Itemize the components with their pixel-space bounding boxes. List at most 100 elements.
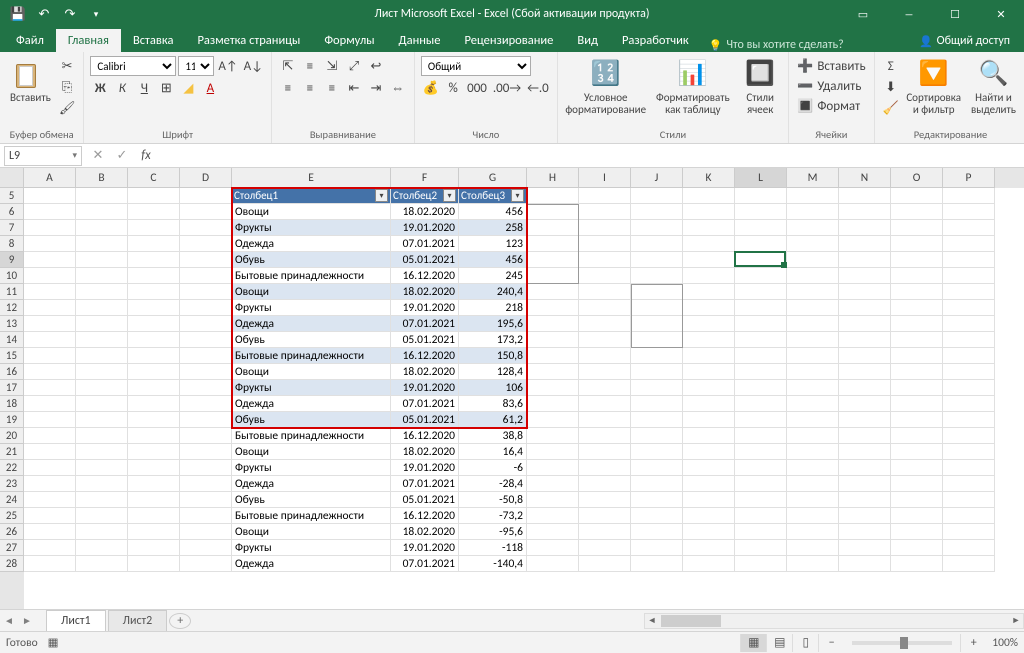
cell[interactable] [943,204,995,220]
cell[interactable] [943,556,995,572]
align-top-icon[interactable]: ⇱ [278,56,298,76]
cell[interactable] [839,332,891,348]
row-header-23[interactable]: 23 [0,476,24,492]
cell[interactable] [24,396,76,412]
font-name-select[interactable]: Calibri [90,56,176,76]
share-button[interactable]: Общий доступ [905,30,1024,52]
cell[interactable] [527,412,579,428]
row-header-15[interactable]: 15 [0,348,24,364]
cell[interactable] [527,476,579,492]
cell[interactable] [527,444,579,460]
tab-developer[interactable]: Разработчик [610,29,701,52]
cell[interactable] [787,492,839,508]
table-header-cell[interactable]: Столбец2▾ [391,188,459,204]
cell[interactable] [787,556,839,572]
cell[interactable] [76,492,128,508]
cell[interactable] [943,460,995,476]
table-cell[interactable]: -50,8 [459,492,527,508]
cell[interactable] [839,540,891,556]
cell[interactable] [631,364,683,380]
cell[interactable] [891,492,943,508]
cell[interactable] [839,396,891,412]
cell[interactable] [891,332,943,348]
cell[interactable] [943,524,995,540]
table-cell[interactable]: Овощи [232,524,391,540]
cell[interactable] [579,284,631,300]
cell[interactable] [128,396,180,412]
table-cell[interactable]: 18.02.2020 [391,444,459,460]
table-cell[interactable]: 218 [459,300,527,316]
fill-icon[interactable]: ⬇ [881,77,901,97]
ribbon-options-icon[interactable]: ▭ [840,0,886,28]
cell[interactable] [180,236,232,252]
cell[interactable] [787,316,839,332]
cell[interactable] [180,556,232,572]
cell[interactable] [943,252,995,268]
cell[interactable] [943,428,995,444]
cell[interactable] [128,252,180,268]
cancel-formula-icon[interactable]: ✕ [86,145,110,167]
cell[interactable] [24,364,76,380]
cell[interactable] [683,220,735,236]
row-header-5[interactable]: 5 [0,188,24,204]
cell[interactable] [527,540,579,556]
cell[interactable] [839,220,891,236]
redo-icon[interactable]: ↷ [58,2,82,26]
cell[interactable] [579,460,631,476]
cell[interactable] [787,460,839,476]
align-middle-icon[interactable]: ≡ [300,56,320,76]
cell[interactable] [128,476,180,492]
row-header-26[interactable]: 26 [0,524,24,540]
cell[interactable] [683,236,735,252]
cell[interactable] [24,508,76,524]
cell[interactable] [631,188,683,204]
table-cell[interactable]: -140,4 [459,556,527,572]
row-header-21[interactable]: 21 [0,444,24,460]
cell[interactable] [787,428,839,444]
cell[interactable] [24,332,76,348]
cell[interactable] [180,412,232,428]
row-header-19[interactable]: 19 [0,412,24,428]
tab-review[interactable]: Рецензирование [452,29,565,52]
table-cell[interactable]: -73,2 [459,508,527,524]
cell[interactable] [787,412,839,428]
cell[interactable] [839,204,891,220]
col-header-B[interactable]: B [76,168,128,188]
cell[interactable] [527,524,579,540]
sheet-nav-prev-icon[interactable]: ◄ [0,611,18,631]
cell[interactable] [787,220,839,236]
cell[interactable] [180,444,232,460]
cell[interactable] [76,540,128,556]
table-cell[interactable]: 16,4 [459,444,527,460]
cell[interactable] [631,300,683,316]
sort-filter-button[interactable]: 🔽Сортировка и фильтр [903,56,965,118]
cell[interactable] [579,380,631,396]
cell[interactable] [943,412,995,428]
cell[interactable] [24,284,76,300]
scroll-right-icon[interactable]: ► [1009,615,1023,626]
paste-button[interactable]: Вставить [6,56,55,106]
minimize-button[interactable]: ― [886,0,932,28]
cell[interactable] [180,460,232,476]
table-cell[interactable]: Бытовые принадлежности [232,508,391,524]
cell[interactable] [891,252,943,268]
increase-decimal-icon[interactable]: .00→ [491,78,523,98]
table-cell[interactable]: Обувь [232,412,391,428]
currency-icon[interactable]: 💰 [421,78,441,98]
formula-input[interactable] [158,146,1024,166]
border-icon[interactable]: ⊞ [156,78,176,98]
maximize-button[interactable]: ☐ [932,0,978,28]
table-cell[interactable]: 16.12.2020 [391,268,459,284]
row-header-18[interactable]: 18 [0,396,24,412]
cell[interactable] [735,476,787,492]
cell[interactable] [735,380,787,396]
clear-icon[interactable]: 🧹 [881,98,901,118]
cell[interactable] [683,396,735,412]
italic-button[interactable]: К [112,78,132,98]
table-cell[interactable]: 18.02.2020 [391,524,459,540]
table-cell[interactable]: 456 [459,252,527,268]
cell[interactable] [128,444,180,460]
cell[interactable] [24,252,76,268]
cell[interactable] [683,300,735,316]
cell[interactable] [579,364,631,380]
